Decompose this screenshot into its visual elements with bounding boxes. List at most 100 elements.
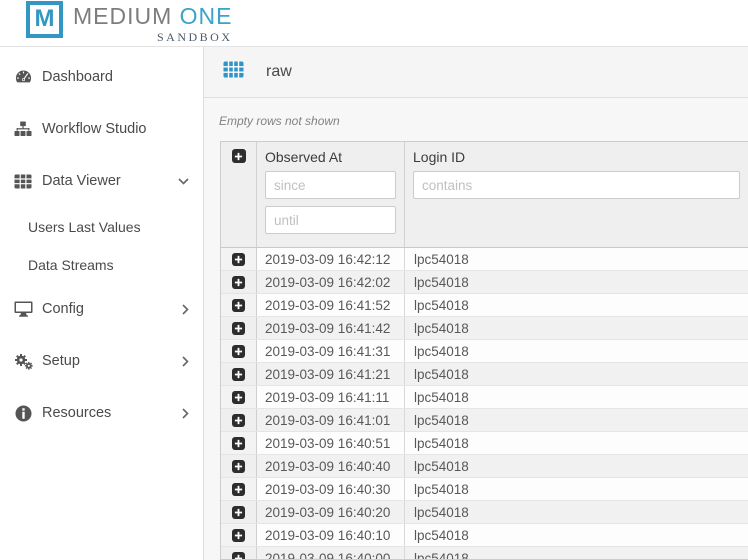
login-id-cell: lpc54018 bbox=[405, 501, 748, 523]
sidebar-item-label: Resources bbox=[42, 405, 111, 421]
row-expander-cell bbox=[221, 455, 257, 477]
login-id-cell: lpc54018 bbox=[405, 248, 748, 270]
monitor-icon bbox=[12, 301, 34, 317]
expand-all-button[interactable] bbox=[232, 149, 246, 163]
login-id-cell: lpc54018 bbox=[405, 386, 748, 408]
table-row: 2019-03-09 16:40:20 lpc54018 bbox=[221, 501, 748, 524]
sidebar-item-workflow-studio[interactable]: Workflow Studio bbox=[0, 117, 203, 141]
observed-at-cell: 2019-03-09 16:40:20 bbox=[257, 501, 405, 523]
login-id-cell: lpc54018 bbox=[405, 478, 748, 500]
row-expander-cell bbox=[221, 363, 257, 385]
empty-rows-note: Empty rows not shown bbox=[219, 114, 340, 128]
row-expander-cell bbox=[221, 317, 257, 339]
expand-row-button[interactable] bbox=[232, 345, 245, 358]
sidebar-item-dashboard[interactable]: Dashboard bbox=[0, 65, 203, 89]
sidebar-item-label: Workflow Studio bbox=[42, 121, 147, 137]
expand-row-button[interactable] bbox=[232, 483, 245, 496]
table-row: 2019-03-09 16:41:42 lpc54018 bbox=[221, 317, 748, 340]
sitemap-icon bbox=[12, 121, 34, 137]
sidebar-item-config[interactable]: Config bbox=[0, 297, 203, 321]
row-expander-cell bbox=[221, 248, 257, 270]
expand-row-button[interactable] bbox=[232, 391, 245, 404]
table-row: 2019-03-09 16:41:11 lpc54018 bbox=[221, 386, 748, 409]
table-body: 2019-03-09 16:42:12 lpc54018 2019-03-09 … bbox=[221, 248, 748, 559]
row-expander-cell bbox=[221, 409, 257, 431]
main-content: raw Empty rows not shown Observed At Log… bbox=[204, 47, 748, 560]
medium-one-m-logo-icon: M bbox=[26, 1, 63, 38]
row-expander-cell bbox=[221, 386, 257, 408]
sidebar-item-data-viewer[interactable]: Data Viewer bbox=[0, 169, 203, 193]
expander-column-header bbox=[221, 142, 257, 247]
sidebar-item-setup[interactable]: Setup bbox=[0, 349, 203, 373]
plus-icon bbox=[234, 416, 243, 425]
plus-icon bbox=[234, 554, 243, 560]
gears-icon bbox=[12, 353, 34, 370]
since-filter-input[interactable] bbox=[265, 171, 396, 199]
column-label-login-id: Login ID bbox=[413, 149, 740, 165]
chevron-right-icon bbox=[182, 356, 189, 367]
table-row: 2019-03-09 16:40:00 lpc54018 bbox=[221, 547, 748, 559]
table-row: 2019-03-09 16:40:40 lpc54018 bbox=[221, 455, 748, 478]
plus-icon bbox=[234, 508, 243, 517]
expand-row-button[interactable] bbox=[232, 529, 245, 542]
row-expander-cell bbox=[221, 501, 257, 523]
table-header: Observed At Login ID bbox=[221, 142, 748, 248]
expand-row-button[interactable] bbox=[232, 414, 245, 427]
plus-icon bbox=[234, 485, 243, 494]
chevron-down-icon bbox=[178, 178, 189, 185]
until-filter-input[interactable] bbox=[265, 206, 396, 234]
expand-row-button[interactable] bbox=[232, 460, 245, 473]
observed-at-cell: 2019-03-09 16:41:52 bbox=[257, 294, 405, 316]
login-id-cell: lpc54018 bbox=[405, 432, 748, 454]
column-label-observed-at: Observed At bbox=[265, 149, 396, 165]
sidebar-item-users-last-values[interactable]: Users Last Values bbox=[0, 217, 203, 237]
page-title: raw bbox=[266, 63, 292, 81]
table-row: 2019-03-09 16:42:02 lpc54018 bbox=[221, 271, 748, 294]
sidebar-item-resources[interactable]: Resources bbox=[0, 401, 203, 425]
observed-at-cell: 2019-03-09 16:41:31 bbox=[257, 340, 405, 362]
brand-name-one: ONE bbox=[180, 3, 233, 29]
logo-wordmark: MEDIUM ONE SANDBOX bbox=[73, 1, 233, 45]
login-id-cell: lpc54018 bbox=[405, 455, 748, 477]
contains-filter-input[interactable] bbox=[413, 171, 740, 199]
plus-icon bbox=[234, 278, 243, 287]
plus-icon bbox=[234, 324, 243, 333]
medium-one-logo: M MEDIUM ONE SANDBOX bbox=[26, 1, 233, 45]
observed-at-cell: 2019-03-09 16:42:02 bbox=[257, 271, 405, 293]
login-id-cell: lpc54018 bbox=[405, 294, 748, 316]
plus-icon bbox=[234, 370, 243, 379]
login-id-cell: lpc54018 bbox=[405, 317, 748, 339]
observed-at-cell: 2019-03-09 16:41:01 bbox=[257, 409, 405, 431]
sidebar-item-label: Config bbox=[42, 301, 84, 317]
login-id-cell: lpc54018 bbox=[405, 363, 748, 385]
row-expander-cell bbox=[221, 432, 257, 454]
sidebar-item-data-streams[interactable]: Data Streams bbox=[0, 255, 203, 275]
table-row: 2019-03-09 16:42:12 lpc54018 bbox=[221, 248, 748, 271]
plus-icon bbox=[234, 347, 243, 356]
brand-subtitle: SANDBOX bbox=[157, 30, 233, 45]
expand-row-button[interactable] bbox=[232, 322, 245, 335]
observed-at-cell: 2019-03-09 16:40:51 bbox=[257, 432, 405, 454]
expand-row-button[interactable] bbox=[232, 276, 245, 289]
login-id-cell: lpc54018 bbox=[405, 547, 748, 559]
expand-row-button[interactable] bbox=[232, 368, 245, 381]
observed-at-cell: 2019-03-09 16:41:21 bbox=[257, 363, 405, 385]
expand-row-button[interactable] bbox=[232, 299, 245, 312]
stream-title-bar: raw bbox=[204, 47, 748, 98]
sidebar-subitem-label: Data Streams bbox=[28, 257, 114, 273]
observed-at-cell: 2019-03-09 16:40:40 bbox=[257, 455, 405, 477]
chevron-right-icon bbox=[182, 304, 189, 315]
expand-row-button[interactable] bbox=[232, 253, 245, 266]
logo-letter: M bbox=[35, 7, 55, 31]
plus-icon bbox=[234, 439, 243, 448]
expand-row-button[interactable] bbox=[232, 506, 245, 519]
table-icon bbox=[12, 174, 34, 189]
expand-row-button[interactable] bbox=[232, 437, 245, 450]
expand-row-button[interactable] bbox=[232, 552, 245, 560]
row-expander-cell bbox=[221, 547, 257, 559]
row-expander-cell bbox=[221, 340, 257, 362]
note-row: Empty rows not shown bbox=[204, 98, 748, 141]
table-row: 2019-03-09 16:40:51 lpc54018 bbox=[221, 432, 748, 455]
brand-name-medium: MEDIUM bbox=[73, 3, 172, 29]
login-id-cell: lpc54018 bbox=[405, 524, 748, 546]
